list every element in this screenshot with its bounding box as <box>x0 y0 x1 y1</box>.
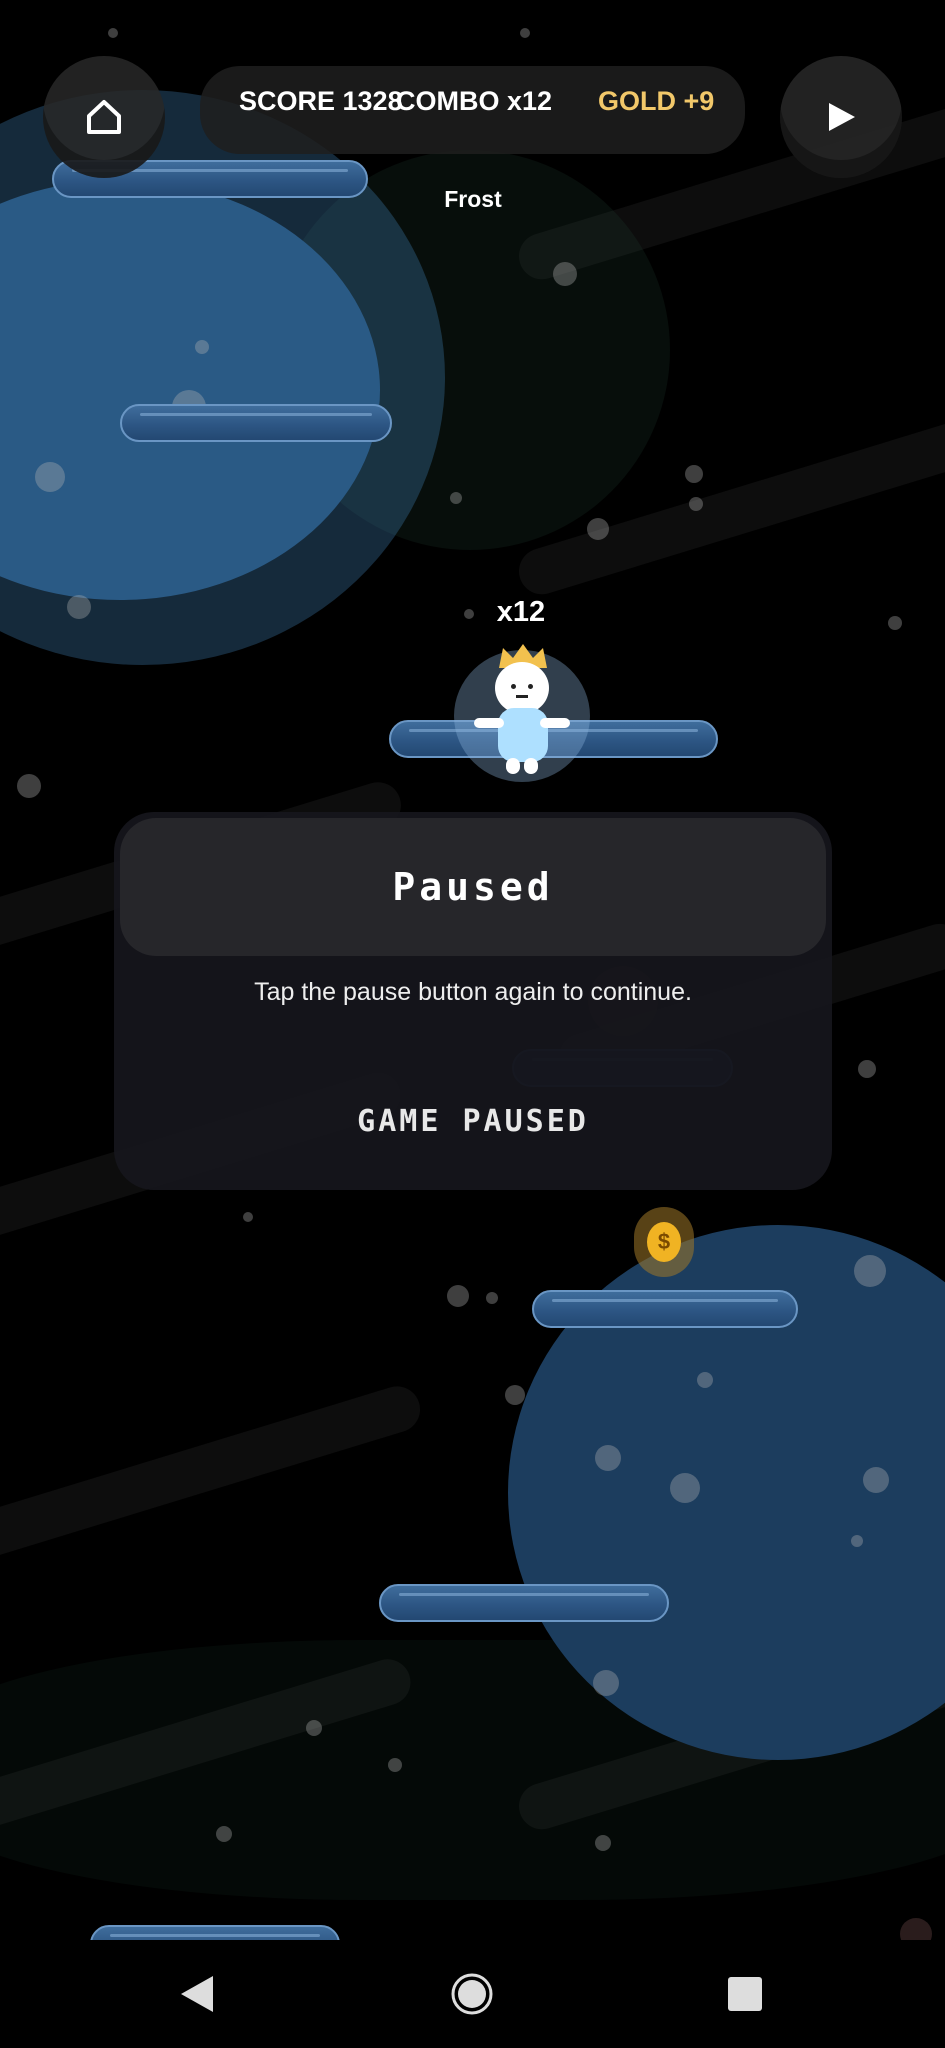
score-text: SCORE 1328 <box>239 86 403 116</box>
pause-title: Paused <box>392 865 554 909</box>
star-dot <box>851 1535 863 1547</box>
star-dot <box>553 262 577 286</box>
zone-label: Frost <box>444 186 502 212</box>
pause-message: Tap the pause button again to continue. <box>254 978 692 1006</box>
star-dot <box>388 1758 402 1772</box>
pause-status: GAME PAUSED <box>357 1104 589 1139</box>
play-button[interactable] <box>780 56 902 178</box>
star-dot <box>670 1473 700 1503</box>
star-dot <box>863 1467 889 1493</box>
star-dot <box>450 492 462 504</box>
star-dot <box>587 518 609 540</box>
star-dot <box>243 1212 253 1222</box>
star-dot <box>17 774 41 798</box>
platform <box>90 1925 340 1940</box>
pause-panel-header: Paused <box>120 818 826 956</box>
platform <box>120 404 392 442</box>
coin-symbol: $ <box>657 1229 671 1254</box>
star-dot <box>858 1060 876 1078</box>
star-dot <box>689 497 703 511</box>
gold-text: GOLD +9 <box>598 86 715 116</box>
player-head <box>495 662 549 714</box>
player-combo-label: x12 <box>496 596 546 628</box>
star-dot <box>486 1292 498 1304</box>
home-nav-button[interactable] <box>412 1940 532 2048</box>
combo-text: COMBO x12 <box>396 86 553 116</box>
player-body <box>498 708 548 762</box>
recents-button[interactable] <box>685 1940 805 2048</box>
star-dot <box>505 1385 525 1405</box>
star-dot <box>888 616 902 630</box>
star-dot <box>67 595 91 619</box>
recents-square-icon <box>728 1977 762 2011</box>
pause-panel: Paused Tap the pause button again to con… <box>114 812 832 1190</box>
game-scene: $ x12 Frost SCORE 1328 COMBO x12 GOLD +9 <box>0 0 945 1940</box>
back-button[interactable] <box>137 1940 257 2048</box>
back-triangle-icon <box>181 1976 213 2012</box>
star-dot <box>35 462 65 492</box>
star-dot <box>195 340 209 354</box>
star-dot <box>595 1835 611 1851</box>
home-button[interactable] <box>43 56 165 178</box>
star-dot <box>306 1720 322 1736</box>
star-dot <box>593 1670 619 1696</box>
platform <box>532 1290 798 1328</box>
home-circle-icon <box>451 1973 493 2015</box>
player-character <box>452 644 592 786</box>
star-dot <box>108 28 118 38</box>
gold-coin: $ <box>634 1207 694 1277</box>
system-nav-bar <box>0 1940 945 2048</box>
star-dot <box>900 1918 932 1940</box>
star-dot <box>464 609 474 619</box>
star-dot <box>216 1826 232 1842</box>
play-icon <box>829 103 855 131</box>
star-dot <box>595 1445 621 1471</box>
star-dot <box>520 28 530 38</box>
platform <box>379 1584 669 1622</box>
space-streak <box>0 1380 426 1565</box>
star-dot <box>697 1372 713 1388</box>
coin-icon: $ <box>647 1222 681 1262</box>
star-dot <box>685 465 703 483</box>
home-icon <box>87 100 121 134</box>
star-dot <box>854 1255 886 1287</box>
star-dot <box>447 1285 469 1307</box>
